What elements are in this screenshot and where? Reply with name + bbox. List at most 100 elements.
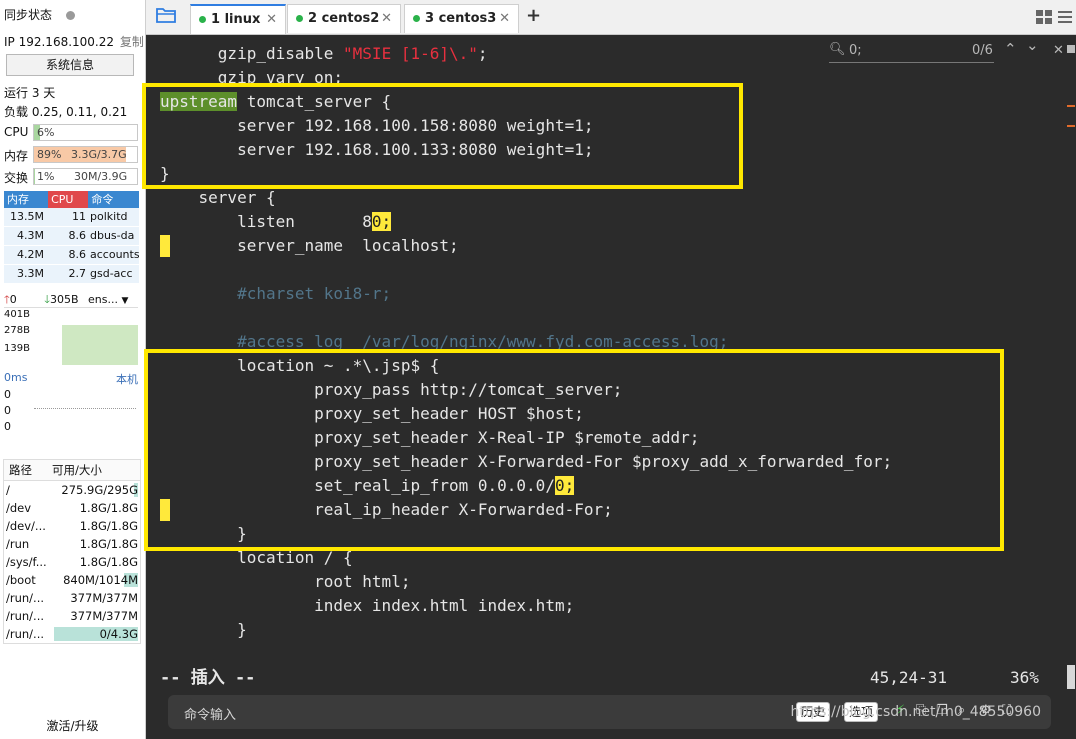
- code-line: }: [160, 620, 247, 639]
- process-table-header: 内存 CPU 命令: [4, 191, 139, 208]
- system-info-button[interactable]: 系统信息: [6, 54, 134, 76]
- code-line: root html;: [160, 572, 411, 591]
- process-row[interactable]: 4.3M 8.6 dbus-da: [4, 227, 139, 246]
- cursor-position: 45,24-31: [870, 668, 948, 687]
- process-row[interactable]: 13.5M 11 polkitd: [4, 208, 139, 227]
- search-icon: 🔍︎: [829, 42, 846, 57]
- disk-value: 1.8G/1.8G: [79, 519, 138, 533]
- close-icon[interactable]: ✕: [499, 5, 510, 33]
- ip-address: IP 192.168.100.22: [4, 35, 115, 49]
- activate-upgrade-link[interactable]: 激活/升级: [0, 717, 145, 734]
- insert-mode-indicator: -- 插入 --: [160, 668, 256, 688]
- server-status-sidebar: 同步状态 IP 192.168.100.22 复制 系统信息 运行 3 天 负载…: [0, 0, 146, 739]
- disk-row[interactable]: /run/... 0/4.3G: [4, 625, 140, 643]
- find-input-underline: [829, 62, 994, 63]
- disk-usage: 1.8G/1.8G: [51, 517, 140, 535]
- col-header-path: 路径: [9, 463, 32, 477]
- disk-row[interactable]: /run/... 377M/377M: [4, 607, 140, 625]
- connected-dot-icon: [199, 16, 206, 23]
- process-mem: 4.2M: [17, 248, 44, 261]
- disk-value: 275.9G/295G: [61, 483, 138, 497]
- find-match-count: 0/6: [972, 43, 993, 58]
- disk-path: /run/...: [6, 591, 45, 605]
- copy-ip-link[interactable]: 复制: [120, 35, 144, 49]
- network-graph: 401B 278B 139B: [4, 307, 138, 365]
- close-icon[interactable]: ✕: [1053, 43, 1064, 58]
- code-line: listen 80;: [160, 212, 392, 231]
- scrollbar-thumb[interactable]: [1067, 45, 1075, 53]
- disk-table-header: 路径 可用/大小: [4, 460, 140, 481]
- ping-header: 0ms 本机: [4, 371, 138, 387]
- process-cpu: 2.7: [68, 267, 87, 280]
- disk-value: 1.8G/1.8G: [79, 537, 138, 551]
- command-input[interactable]: 命令输入: [184, 704, 236, 723]
- ip-address-row: IP 192.168.100.22 复制: [4, 33, 144, 50]
- process-command: polkitd: [90, 210, 128, 223]
- sync-status-label: 同步状态: [4, 8, 53, 22]
- tab-centos2[interactable]: 2 centos2 ✕: [287, 4, 401, 33]
- session-tab-bar: 1 linux ✕ 2 centos2 ✕ 3 centos3 ✕ +: [146, 0, 1076, 35]
- tab-linux[interactable]: 1 linux ✕: [190, 4, 286, 34]
- grid-layout-icon[interactable]: [1036, 10, 1052, 24]
- net-scale-max: 401B: [4, 309, 30, 320]
- sync-status-dot-icon: [65, 11, 75, 20]
- process-row[interactable]: 3.3M 2.7 gsd-acc: [4, 265, 139, 284]
- code-line: index index.html index.htm;: [160, 596, 575, 615]
- col-header-cpu[interactable]: CPU: [48, 191, 89, 208]
- disk-value: 840M/1014M: [63, 573, 138, 587]
- disk-row[interactable]: / 275.9G/295G: [4, 481, 140, 499]
- upstream-highlight-box: [142, 83, 743, 189]
- disk-row[interactable]: /dev 1.8G/1.8G: [4, 499, 140, 517]
- terminal-view[interactable]: 🔍︎ 0; 0/6 ⌃ ⌄ ✕ gzip_disable "MSIE [1-6]…: [142, 35, 1076, 739]
- cpu-label: CPU: [4, 125, 29, 139]
- ping-line: [34, 408, 136, 409]
- scrollbar-thumb-bottom[interactable]: [1067, 665, 1075, 689]
- ping-scale-2: 0: [4, 404, 11, 417]
- disk-row[interactable]: /sys/f... 1.8G/1.8G: [4, 553, 140, 571]
- col-header-command[interactable]: 命令: [88, 191, 139, 208]
- find-input[interactable]: 0;: [849, 43, 862, 58]
- disk-path: /run/...: [6, 609, 45, 623]
- sync-status: 同步状态: [4, 6, 75, 23]
- add-tab-icon[interactable]: +: [526, 5, 541, 26]
- chevron-down-icon[interactable]: ▼: [121, 296, 128, 306]
- disk-row[interactable]: /run 1.8G/1.8G: [4, 535, 140, 553]
- folder-icon[interactable]: [156, 7, 176, 23]
- disk-row[interactable]: /run/... 377M/377M: [4, 589, 140, 607]
- tab-centos3[interactable]: 3 centos3 ✕: [404, 4, 519, 33]
- disk-path: /dev/...: [6, 519, 46, 533]
- process-cpu: 11: [72, 210, 86, 223]
- disk-usage: 377M/377M: [51, 589, 140, 607]
- ping-host[interactable]: 本机: [116, 371, 138, 387]
- disk-value: 0/4.3G: [99, 627, 138, 641]
- disk-usage: 0/4.3G: [51, 625, 140, 643]
- disk-path: /run: [6, 537, 30, 551]
- disk-usage: 1.8G/1.8G: [51, 535, 140, 553]
- disk-row[interactable]: /dev/... 1.8G/1.8G: [4, 517, 140, 535]
- scroll-percent: 36%: [1010, 668, 1039, 687]
- search-match-marker: [160, 235, 170, 257]
- scroll-marker: [1067, 125, 1075, 127]
- process-cpu: 8.6: [68, 248, 87, 261]
- process-mem: 3.3M: [17, 267, 44, 280]
- disk-value: 1.8G/1.8G: [79, 555, 138, 569]
- chevron-up-icon[interactable]: ⌃: [1004, 40, 1017, 58]
- disk-value: 377M/377M: [70, 609, 138, 623]
- tab-label: 2 centos2: [308, 11, 380, 26]
- menu-icon[interactable]: [1058, 10, 1072, 24]
- swap-label: 交换: [4, 171, 29, 185]
- disk-path: /run/...: [6, 627, 45, 641]
- close-icon[interactable]: ✕: [266, 6, 277, 34]
- disk-path: /boot: [6, 573, 36, 587]
- ping-latency: 0ms: [4, 371, 28, 384]
- close-icon[interactable]: ✕: [381, 5, 392, 33]
- chevron-down-icon[interactable]: ⌄: [1026, 36, 1039, 54]
- net-interface-select[interactable]: ens...: [88, 293, 118, 306]
- disk-path: /sys/f...: [6, 555, 47, 569]
- disk-row[interactable]: /boot 840M/1014M: [4, 571, 140, 589]
- process-row[interactable]: 4.2M 8.6 accounts: [4, 246, 139, 265]
- tab-label: 3 centos3: [425, 11, 497, 26]
- disk-usage: 1.8G/1.8G: [51, 499, 140, 517]
- col-header-mem[interactable]: 内存: [4, 191, 49, 208]
- net-download: 305B: [49, 293, 79, 306]
